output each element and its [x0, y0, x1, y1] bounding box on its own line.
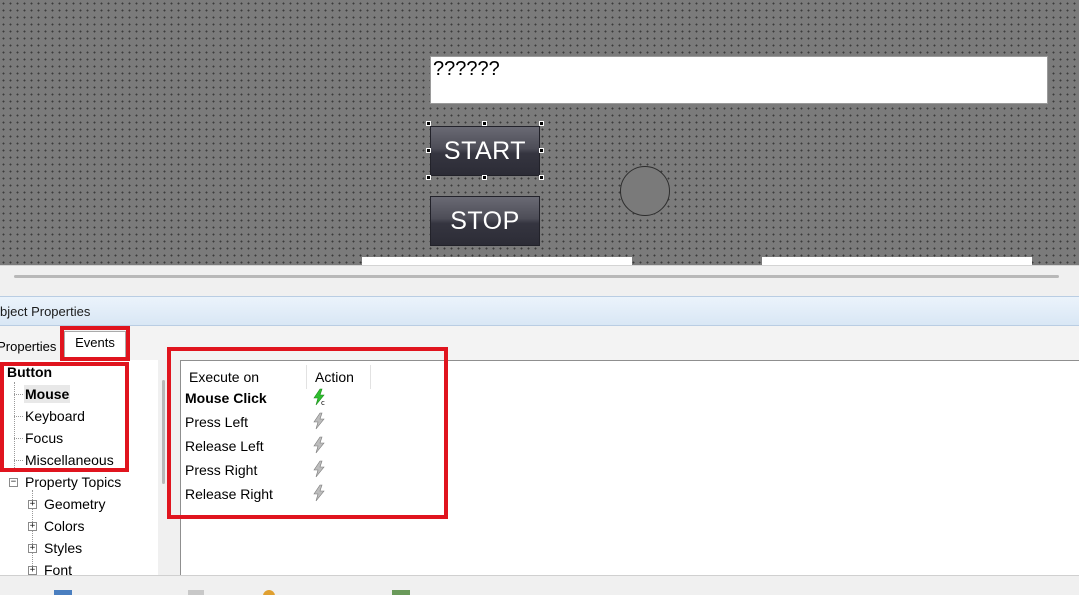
tree-node-styles[interactable]: Styles	[44, 539, 82, 557]
lightning-bolt-gray-icon[interactable]	[311, 436, 327, 454]
selection-handle-bm[interactable]	[482, 175, 487, 180]
horizontal-scrollbar-thumb[interactable]	[14, 275, 1059, 278]
event-row-press-left[interactable]: Press Left	[185, 410, 248, 434]
event-tree: Button Mouse Keyboard Focus Miscellaneou…	[0, 360, 158, 580]
plus-box-icon[interactable]: +	[28, 544, 37, 553]
tree-node-focus[interactable]: Focus	[25, 429, 63, 447]
tree-connector	[14, 382, 15, 470]
selection-handle-ml[interactable]	[426, 148, 431, 153]
selection-handle-br[interactable]	[539, 175, 544, 180]
tree-connector	[14, 394, 23, 395]
lightning-bolt-gray-icon[interactable]	[311, 484, 327, 502]
tree-node-miscellaneous[interactable]: Miscellaneous	[25, 451, 114, 469]
event-label: Press Right	[185, 462, 258, 478]
plus-box-icon[interactable]: +	[28, 566, 37, 575]
selection-handle-tm[interactable]	[482, 121, 487, 126]
svg-text:c: c	[321, 399, 325, 406]
event-label: Mouse Click	[185, 390, 267, 406]
plus-box-icon[interactable]: +	[28, 500, 37, 509]
lightning-bolt-gray-icon[interactable]	[311, 412, 327, 430]
tree-node-mouse[interactable]: Mouse	[24, 385, 71, 403]
event-row-mouse-click[interactable]: Mouse Click	[185, 386, 267, 410]
design-canvas[interactable]: ?????? START STOP	[0, 0, 1079, 265]
events-grid: Execute on Action Mouse Click c Press Le…	[180, 360, 1079, 575]
canvas-object-strip-right[interactable]	[762, 257, 1032, 265]
horizontal-scrollbar-area[interactable]	[0, 265, 1079, 296]
column-header-action[interactable]: Action	[307, 365, 371, 389]
event-row-release-left[interactable]: Release Left	[185, 434, 264, 458]
tree-connector	[14, 416, 23, 417]
tree-node-property-topics[interactable]: Property Topics	[25, 473, 121, 491]
tab-properties[interactable]: Properties	[0, 333, 62, 359]
event-label: Release Left	[185, 438, 264, 454]
selection-handle-bl[interactable]	[426, 175, 431, 180]
selection-handle-tl[interactable]	[426, 121, 431, 126]
vertical-scrollbar-thumb[interactable]	[162, 380, 165, 484]
selection-handle-mr[interactable]	[539, 148, 544, 153]
event-row-press-right[interactable]: Press Right	[185, 458, 257, 482]
toolbar-icon[interactable]	[260, 590, 278, 595]
toolbar-icon[interactable]	[392, 590, 410, 595]
tree-connector	[14, 438, 23, 439]
tree-node-geometry[interactable]: Geometry	[44, 495, 105, 513]
screen: ?????? START STOP bject Properties Prope…	[0, 0, 1079, 595]
event-label: Press Left	[185, 414, 249, 430]
event-row-release-right[interactable]: Release Right	[185, 482, 273, 506]
stop-button[interactable]: STOP	[430, 196, 540, 246]
tabs-bar: Properties Events	[0, 326, 1079, 360]
tree-node-colors[interactable]: Colors	[44, 517, 84, 535]
tree-node-keyboard[interactable]: Keyboard	[25, 407, 85, 425]
start-button[interactable]: START	[430, 126, 540, 176]
lightning-bolt-gray-icon[interactable]	[311, 460, 327, 478]
canvas-object-strip-left[interactable]	[362, 257, 632, 265]
tab-events[interactable]: Events	[64, 331, 126, 360]
panel-title: bject Properties	[0, 296, 1079, 326]
plus-box-icon[interactable]: +	[28, 522, 37, 531]
minus-box-icon[interactable]: −	[9, 478, 18, 487]
selection-handle-tr[interactable]	[539, 121, 544, 126]
toolbar-icon[interactable]	[54, 590, 72, 595]
tree-node-button[interactable]: Button	[7, 363, 52, 381]
event-label: Release Right	[185, 486, 273, 502]
tree-connector	[14, 460, 23, 461]
io-text-field[interactable]: ??????	[430, 56, 1048, 104]
lightning-bolt-green-icon[interactable]: c	[311, 388, 327, 406]
bottom-toolbar	[0, 575, 1079, 595]
status-indicator-lamp[interactable]	[620, 166, 670, 216]
toolbar-icon[interactable]	[188, 590, 206, 595]
